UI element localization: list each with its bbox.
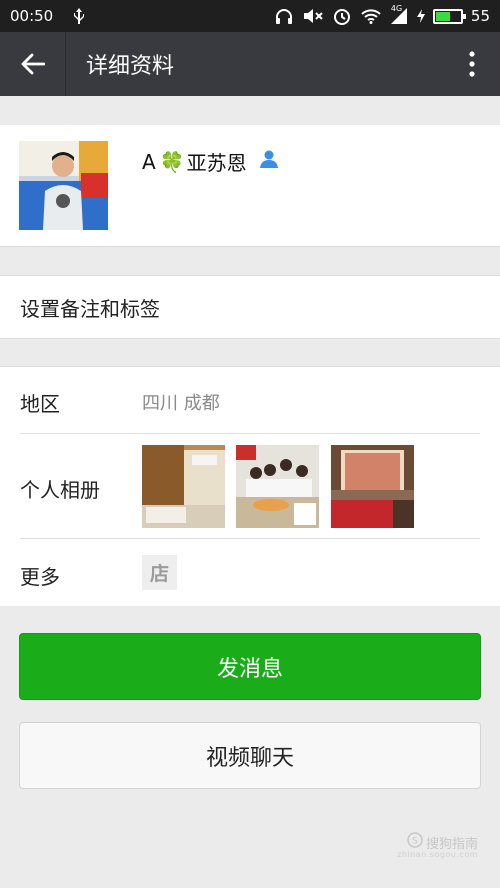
name-suffix: 亚苏恩 [186, 151, 247, 175]
page-title: 详细资料 [86, 54, 175, 79]
profile-card: A 🍀 亚苏恩 [0, 125, 500, 247]
video-chat-button[interactable]: 视频聊天 [19, 722, 481, 789]
more-label: 更多 [20, 565, 60, 589]
network-type: 4G [390, 4, 403, 13]
avatar[interactable] [19, 141, 108, 230]
album-photo-1[interactable] [142, 445, 225, 528]
usb-icon [73, 8, 85, 24]
set-remark-row[interactable]: 设置备注和标签 [0, 275, 500, 339]
send-message-button[interactable]: 发消息 [19, 633, 481, 700]
title-bar: 详细资料 [0, 32, 500, 96]
remark-label: 设置备注和标签 [20, 296, 160, 321]
battery-icon [432, 8, 466, 24]
headphones-icon [275, 8, 293, 25]
alarm-icon [333, 7, 351, 25]
status-time: 00:50 [10, 7, 54, 25]
album-photo-2[interactable] [236, 445, 319, 528]
svg-text:S: S [412, 837, 418, 847]
more-row[interactable]: 更多 店 [0, 539, 500, 606]
more-options-button[interactable] [444, 32, 500, 96]
watermark: S 搜狗指南 zhinan.sogou.com [397, 832, 478, 859]
album-row[interactable]: 个人相册 [0, 434, 500, 539]
contact-name: A 🍀 亚苏恩 [142, 147, 279, 176]
wifi-icon [361, 8, 381, 24]
watermark-sub: zhinan.sogou.com [397, 850, 478, 859]
vertical-dots-icon [469, 51, 475, 77]
album-photo-3[interactable] [331, 445, 414, 528]
battery-percent: 55 [470, 7, 490, 25]
region-row: 地区 四川 成都 [0, 367, 500, 434]
person-icon [259, 149, 279, 174]
region-value: 四川 成都 [142, 393, 220, 414]
shop-icon: 店 [142, 555, 177, 590]
region-label: 地区 [20, 392, 60, 416]
status-bar: 00:50 4G 55 [0, 0, 500, 32]
mute-icon [303, 8, 323, 24]
name-prefix: A [142, 149, 156, 174]
charging-icon [416, 9, 425, 23]
sogou-logo-icon: S [407, 832, 423, 852]
arrow-left-icon [21, 53, 45, 75]
clover-emoji: 🍀 [159, 149, 185, 174]
back-button[interactable] [0, 32, 66, 96]
watermark-text: 搜狗指南 [425, 836, 478, 852]
album-label: 个人相册 [20, 478, 100, 502]
signal-icon: 4G [390, 4, 407, 24]
info-block: 地区 四川 成都 个人相册 更多 店 [0, 366, 500, 606]
